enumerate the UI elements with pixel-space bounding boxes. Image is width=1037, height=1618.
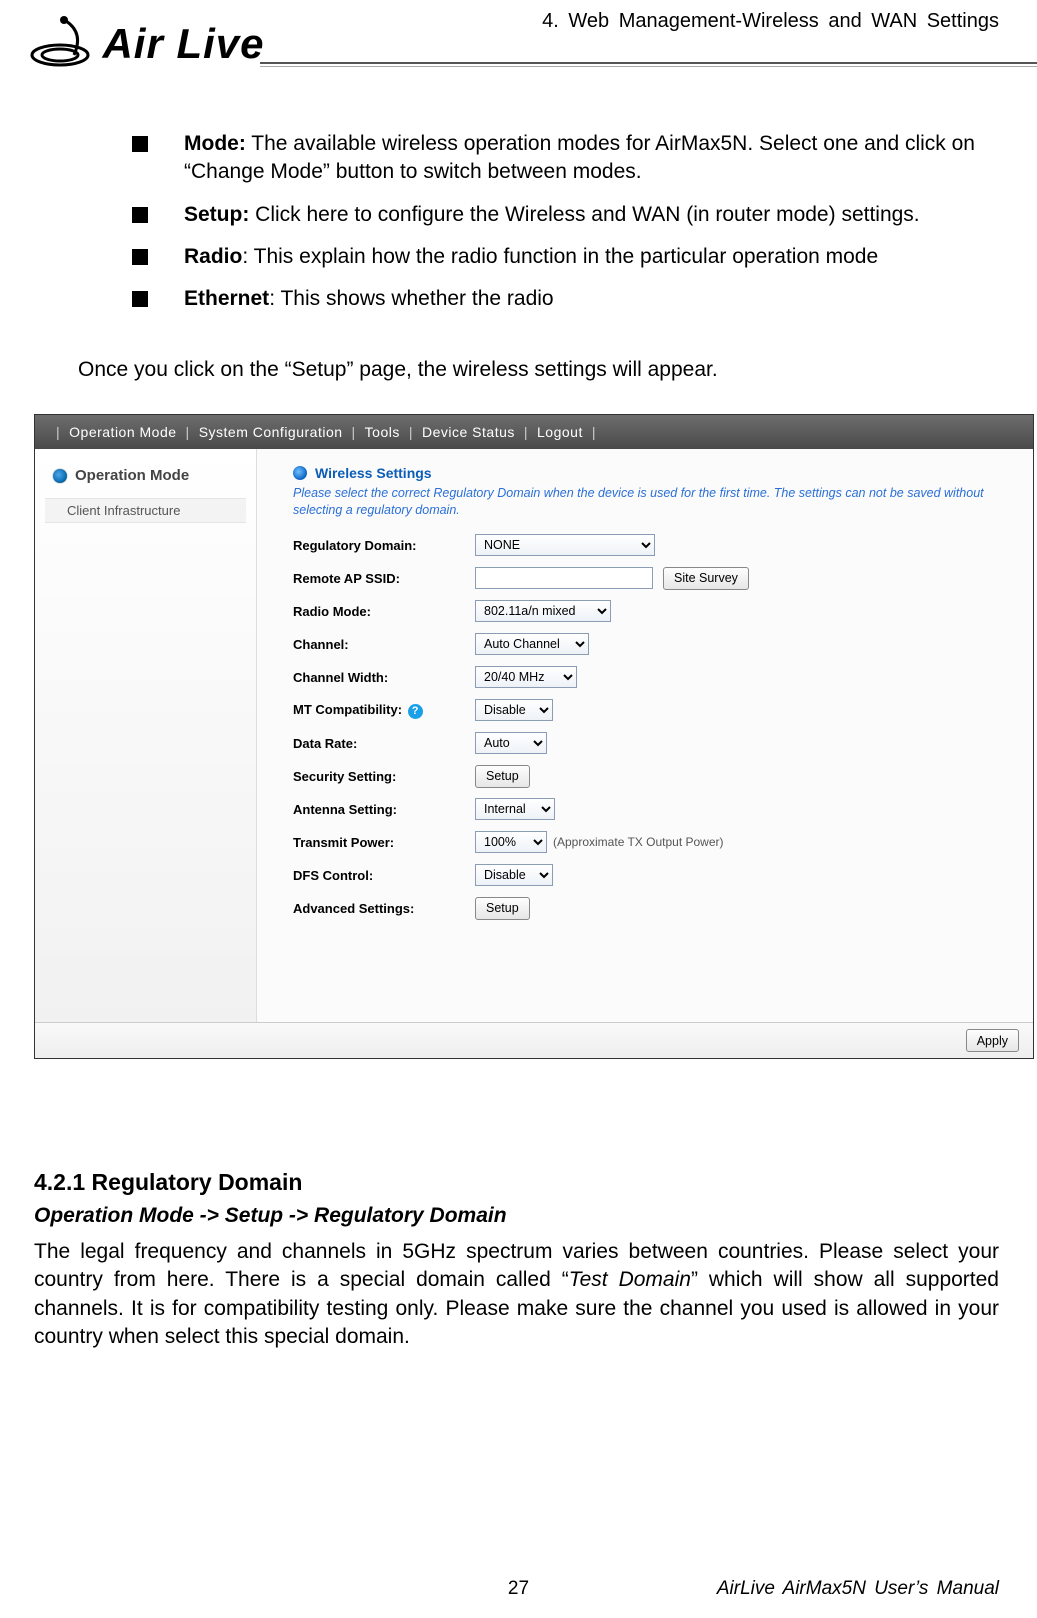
page-content: Mode: The available wireless operation m… bbox=[0, 110, 1037, 1351]
label-mt-compat: MT Compatibility: ? bbox=[293, 702, 475, 719]
bullet-ethernet: Ethernet: This shows whether the radio bbox=[132, 285, 999, 313]
header-rule bbox=[260, 62, 1037, 76]
menu-device-status[interactable]: Device Status bbox=[422, 424, 515, 440]
manual-title-footer: AirLive AirMax5N User’s Manual bbox=[717, 1578, 999, 1600]
menu-tools[interactable]: Tools bbox=[365, 424, 400, 440]
tx-power-note: (Approximate TX Output Power) bbox=[553, 835, 724, 849]
row-mt-compat: MT Compatibility: ? Disable bbox=[293, 694, 1011, 727]
menu-sep: | bbox=[524, 424, 528, 440]
menu-sep: | bbox=[592, 424, 596, 440]
select-data-rate[interactable]: Auto bbox=[475, 732, 547, 754]
select-channel[interactable]: Auto Channel bbox=[475, 633, 589, 655]
section-body: The legal frequency and channels in 5GHz… bbox=[34, 1238, 999, 1351]
apply-bar: Apply bbox=[35, 1022, 1033, 1058]
bullet-text: The available wireless operation modes f… bbox=[184, 132, 975, 183]
select-channel-width[interactable]: 20/40 MHz bbox=[475, 666, 577, 688]
sidebar-item-client-infra[interactable]: Client Infrastructure bbox=[45, 498, 246, 523]
select-dfs[interactable]: Disable bbox=[475, 864, 553, 886]
label-tx-power: Transmit Power: bbox=[293, 835, 475, 850]
settings-panel: Wireless Settings Please select the corr… bbox=[257, 449, 1033, 1022]
section-breadcrumb: Operation Mode -> Setup -> Regulatory Do… bbox=[34, 1204, 999, 1228]
page-header: 4. Web Management-Wireless and WAN Setti… bbox=[0, 0, 1037, 110]
input-remote-ssid[interactable] bbox=[475, 567, 653, 589]
label-remote-ssid: Remote AP SSID: bbox=[293, 571, 475, 586]
label-regulatory-domain: Regulatory Domain: bbox=[293, 538, 475, 553]
row-advanced: Advanced Settings: Setup bbox=[293, 892, 1011, 925]
intro-paragraph: Once you click on the “Setup” page, the … bbox=[78, 356, 999, 384]
sidebar-heading: Operation Mode bbox=[45, 467, 246, 484]
row-regulatory-domain: Regulatory Domain: NONE bbox=[293, 529, 1011, 562]
label-channel: Channel: bbox=[293, 637, 475, 652]
swirl-icon bbox=[28, 15, 92, 73]
test-domain-em: Test Domain bbox=[569, 1268, 691, 1291]
row-dfs: DFS Control: Disable bbox=[293, 859, 1011, 892]
bullet-setup: Setup: Click here to configure the Wirel… bbox=[132, 201, 999, 229]
bullet-text: Click here to configure the Wireless and… bbox=[249, 203, 919, 226]
label-security: Security Setting: bbox=[293, 769, 475, 784]
brand-logo: Air Live bbox=[28, 15, 265, 73]
chapter-title: 4. Web Management-Wireless and WAN Setti… bbox=[542, 10, 999, 33]
radio-icon bbox=[53, 469, 67, 483]
row-antenna: Antenna Setting: Internal bbox=[293, 793, 1011, 826]
panel-note: Please select the correct Regulatory Dom… bbox=[293, 485, 1011, 519]
select-radio-mode[interactable]: 802.11a/n mixed bbox=[475, 600, 611, 622]
bullet-list: Mode: The available wireless operation m… bbox=[132, 130, 999, 314]
help-icon[interactable]: ? bbox=[408, 704, 423, 719]
select-tx-power[interactable]: 100% bbox=[475, 831, 547, 853]
advanced-setup-button[interactable]: Setup bbox=[475, 897, 530, 920]
select-antenna[interactable]: Internal bbox=[475, 798, 555, 820]
menu-sep: | bbox=[186, 424, 190, 440]
label-radio-mode: Radio Mode: bbox=[293, 604, 475, 619]
bullet-strong: Radio bbox=[184, 245, 242, 268]
top-menu-bar: | Operation Mode | System Configuration … bbox=[35, 415, 1033, 449]
row-security: Security Setting: Setup bbox=[293, 760, 1011, 793]
row-tx-power: Transmit Power: 100% (Approximate TX Out… bbox=[293, 826, 1011, 859]
panel-title: Wireless Settings bbox=[293, 465, 1011, 481]
panel-title-text: Wireless Settings bbox=[315, 465, 432, 481]
bullet-strong: Ethernet bbox=[184, 287, 269, 310]
row-data-rate: Data Rate: Auto bbox=[293, 727, 1011, 760]
section-heading: 4.2.1 Regulatory Domain bbox=[34, 1169, 999, 1196]
security-setup-button[interactable]: Setup bbox=[475, 765, 530, 788]
bullet-text: : This explain how the radio function in… bbox=[242, 245, 878, 268]
row-channel: Channel: Auto Channel bbox=[293, 628, 1011, 661]
label-data-rate: Data Rate: bbox=[293, 736, 475, 751]
label-channel-width: Channel Width: bbox=[293, 670, 475, 685]
menu-logout[interactable]: Logout bbox=[537, 424, 583, 440]
label-advanced: Advanced Settings: bbox=[293, 901, 475, 916]
sidebar-heading-text: Operation Mode bbox=[75, 467, 189, 484]
label-antenna: Antenna Setting: bbox=[293, 802, 475, 817]
bullet-radio: Radio: This explain how the radio functi… bbox=[132, 243, 999, 271]
row-remote-ssid: Remote AP SSID: Site Survey bbox=[293, 562, 1011, 595]
site-survey-button[interactable]: Site Survey bbox=[663, 567, 749, 590]
menu-sep: | bbox=[352, 424, 356, 440]
settings-screenshot: | Operation Mode | System Configuration … bbox=[34, 414, 1034, 1059]
sidebar: Operation Mode Client Infrastructure bbox=[35, 449, 257, 1022]
bullet-text: : This shows whether the radio bbox=[269, 287, 553, 310]
bullet-strong: Setup: bbox=[184, 203, 249, 226]
menu-system-config[interactable]: System Configuration bbox=[199, 424, 343, 440]
menu-operation-mode[interactable]: Operation Mode bbox=[69, 424, 176, 440]
menu-sep: | bbox=[56, 424, 60, 440]
row-radio-mode: Radio Mode: 802.11a/n mixed bbox=[293, 595, 1011, 628]
label-dfs: DFS Control: bbox=[293, 868, 475, 883]
section-regulatory-domain: 4.2.1 Regulatory Domain Operation Mode -… bbox=[34, 1169, 999, 1351]
select-regulatory-domain[interactable]: NONE bbox=[475, 534, 655, 556]
brand-text: Air Live bbox=[102, 20, 264, 67]
row-channel-width: Channel Width: 20/40 MHz bbox=[293, 661, 1011, 694]
apply-button[interactable]: Apply bbox=[966, 1029, 1019, 1052]
bullet-strong: Mode: bbox=[184, 132, 246, 155]
wireless-icon bbox=[293, 466, 307, 480]
select-mt-compat[interactable]: Disable bbox=[475, 699, 553, 721]
menu-sep: | bbox=[409, 424, 413, 440]
bullet-mode: Mode: The available wireless operation m… bbox=[132, 130, 999, 187]
